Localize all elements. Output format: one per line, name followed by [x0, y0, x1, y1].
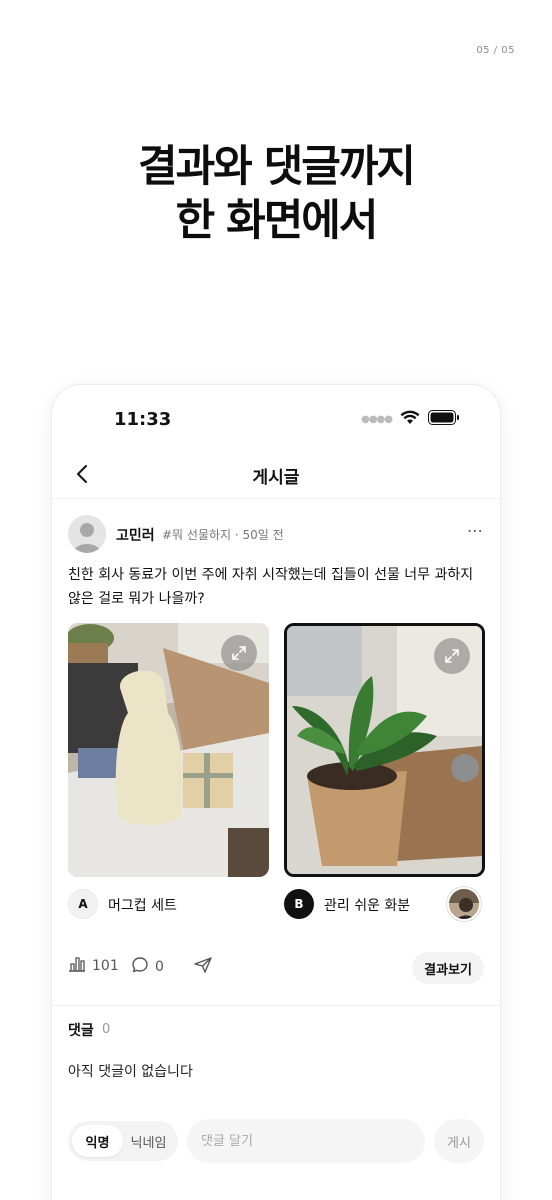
anonymous-toggle: 익명 닉네임: [68, 1121, 178, 1161]
battery-icon: [428, 410, 460, 429]
headline-line-2: 한 화면에서: [175, 196, 379, 246]
comments-count-label: 0: [155, 959, 164, 975]
views-stat: 101: [68, 956, 119, 976]
post-body: 친한 회사 동료가 이번 주에 자취 시작했는데 집들이 선물 너무 과하지 않…: [68, 567, 474, 607]
comment-bubble-icon: [131, 956, 149, 978]
comments-empty-text: 아직 댓글이 없습니다: [68, 1064, 193, 1080]
wifi-icon: [400, 410, 420, 429]
submit-comment-button[interactable]: 게시: [434, 1119, 484, 1163]
option-a-letter: A: [68, 889, 98, 919]
action-bar: 101 0 결과보기: [68, 952, 484, 984]
expand-image-button-b[interactable]: [434, 638, 470, 674]
status-icons: ●●●●: [361, 410, 460, 429]
headline-line-1: 결과와 댓글까지: [138, 142, 416, 192]
views-count: 101: [92, 958, 119, 974]
poll-option-b[interactable]: B 관리 쉬운 화분: [284, 623, 485, 921]
comment-input[interactable]: [187, 1119, 425, 1163]
phone-frame: 11:33 ●●●● 게시글 고민러 #뭐 선물하지 · 50일 전 ⋯ 친한 …: [51, 384, 501, 1200]
post-header: 고민러 #뭐 선물하지 · 50일 전 ⋯: [68, 515, 484, 555]
signal-icon: ●●●●: [361, 414, 393, 425]
poll-option-a[interactable]: A 머그컵 세트: [68, 623, 269, 919]
send-icon: [193, 956, 213, 978]
status-time: 11:33: [114, 409, 172, 430]
expand-image-button-a[interactable]: [221, 635, 257, 671]
author-avatar[interactable]: [68, 515, 106, 553]
view-results-button[interactable]: 결과보기: [412, 952, 484, 984]
comments-stat[interactable]: 0: [131, 956, 164, 978]
nav-bar: 게시글: [52, 449, 500, 499]
option-b-label: 관리 쉬운 화분: [324, 898, 411, 914]
option-b-letter: B: [284, 889, 314, 919]
divider: [52, 1005, 500, 1006]
option-a-image[interactable]: [68, 623, 269, 877]
toggle-anonymous[interactable]: 익명: [72, 1125, 123, 1157]
toggle-nickname[interactable]: 닉네임: [123, 1125, 174, 1157]
comments-count: 0: [102, 1022, 111, 1037]
bar-chart-icon: [68, 956, 86, 976]
poll-options: A 머그컵 세트 B 관리 쉬운 화분: [68, 623, 485, 923]
post-meta: #뭐 선물하지 · 50일 전: [162, 528, 284, 542]
page-title: 게시글: [252, 468, 300, 488]
voter-avatar: [447, 887, 481, 921]
more-options-icon[interactable]: ⋯: [467, 521, 484, 540]
page-indicator: 05 / 05: [476, 45, 515, 56]
option-a-label: 머그컵 세트: [108, 898, 177, 914]
comments-title: 댓글: [68, 1023, 94, 1039]
share-button[interactable]: [193, 956, 213, 978]
comment-bar: 익명 닉네임 게시: [68, 1119, 484, 1165]
headline: 결과와 댓글까지 한 화면에서: [0, 140, 552, 248]
author-name[interactable]: 고민러: [116, 525, 155, 545]
status-bar: 11:33 ●●●●: [52, 385, 500, 449]
option-b-label-row: B 관리 쉬운 화분: [284, 887, 485, 921]
option-a-label-row: A 머그컵 세트: [68, 889, 269, 921]
option-b-image[interactable]: [284, 623, 485, 877]
